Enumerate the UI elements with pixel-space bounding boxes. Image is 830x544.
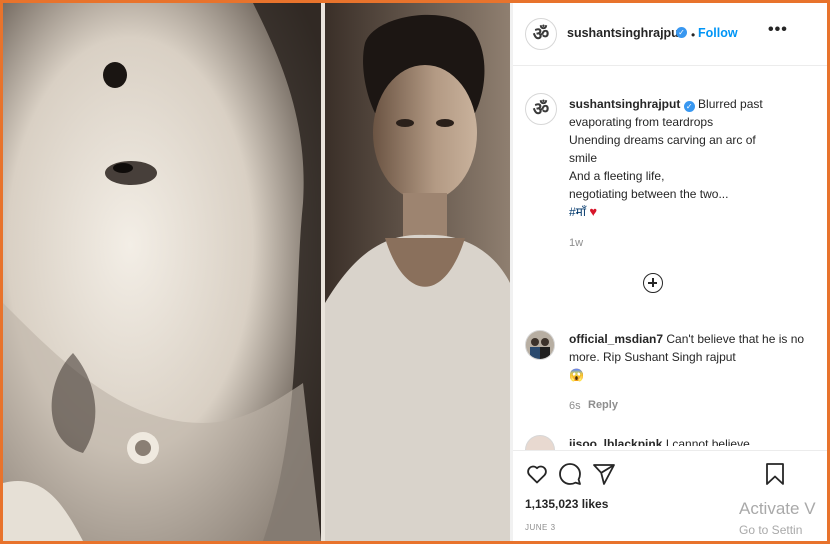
commenter-avatar[interactable]: [525, 330, 555, 360]
more-options-icon[interactable]: •••: [768, 21, 788, 39]
paper-plane-icon[interactable]: [592, 462, 616, 486]
photo-left-closeup: [3, 3, 321, 541]
photo-right-portrait: [325, 3, 510, 541]
comment-1-username[interactable]: official_msdian7: [569, 332, 663, 346]
caption-line-2: evaporating from teardrops: [569, 115, 714, 129]
author-avatar[interactable]: ॐ: [525, 18, 557, 50]
caption-hashtag[interactable]: #माँ: [569, 205, 586, 219]
follow-separator: •: [691, 28, 696, 42]
bookmark-icon[interactable]: [763, 462, 787, 486]
plus-circle-icon[interactable]: [643, 273, 663, 293]
comment-bubble-icon[interactable]: [558, 462, 582, 486]
shocked-emoji-icon: 😱: [569, 368, 584, 382]
om-logo-icon: ॐ: [532, 99, 550, 119]
comment-2-username[interactable]: jisoo_lblackpink: [569, 437, 662, 446]
caption-line-6: negotiating between the two...: [569, 187, 729, 201]
portrait-photo-illustration: [325, 3, 510, 541]
heart-emoji-icon: ♥: [589, 204, 598, 219]
author-username[interactable]: sushantsinghrajput: [567, 26, 683, 40]
post-header: ॐ sushantsinghrajput ✓ • Follow •••: [513, 3, 827, 66]
caption-line-4: smile: [569, 151, 598, 165]
om-logo-icon: ॐ: [532, 24, 550, 44]
comment-2: jisoo_lblackpink I cannot believe: [569, 437, 809, 446]
caption-avatar[interactable]: ॐ: [525, 93, 557, 125]
commenter-photo-icon: [526, 331, 554, 359]
closeup-photo-illustration: [3, 3, 321, 541]
caption-username[interactable]: sushantsinghrajput: [569, 97, 680, 111]
post-actions-bar: 1,135,023 likes JUNE 3 Activate V Go to …: [513, 450, 827, 541]
post-caption: sushantsinghrajput ✓ Blurred past evapor…: [569, 95, 809, 221]
caption-line-1: Blurred past: [698, 97, 763, 111]
comment-2-text: I cannot believe: [665, 437, 750, 446]
comment-1-timestamp[interactable]: 6s: [569, 400, 581, 412]
comment-1-reply-button[interactable]: Reply: [588, 399, 618, 411]
activate-windows-watermark: Activate V: [739, 499, 816, 518]
comment-1: official_msdian7 Can't believe that he i…: [569, 330, 809, 384]
activate-windows-settings-hint: Go to Settin: [739, 523, 803, 537]
follow-button[interactable]: Follow: [698, 26, 738, 40]
post-image[interactable]: [3, 3, 510, 541]
caption-timestamp[interactable]: 1w: [569, 237, 583, 249]
post-date[interactable]: JUNE 3: [525, 523, 556, 532]
verified-badge-icon: ✓: [676, 27, 687, 38]
heart-outline-icon[interactable]: [525, 462, 549, 486]
caption-line-3: Unending dreams carving an arc of: [569, 133, 756, 147]
likes-count[interactable]: 1,135,023 likes: [525, 497, 608, 511]
post-side-panel: ॐ sushantsinghrajput ✓ • Follow ••• ॐ su…: [513, 3, 827, 541]
verified-badge-icon: ✓: [683, 101, 695, 112]
screenshot-frame: ॐ sushantsinghrajput ✓ • Follow ••• ॐ su…: [0, 0, 830, 544]
caption-line-5: And a fleeting life,: [569, 169, 665, 183]
